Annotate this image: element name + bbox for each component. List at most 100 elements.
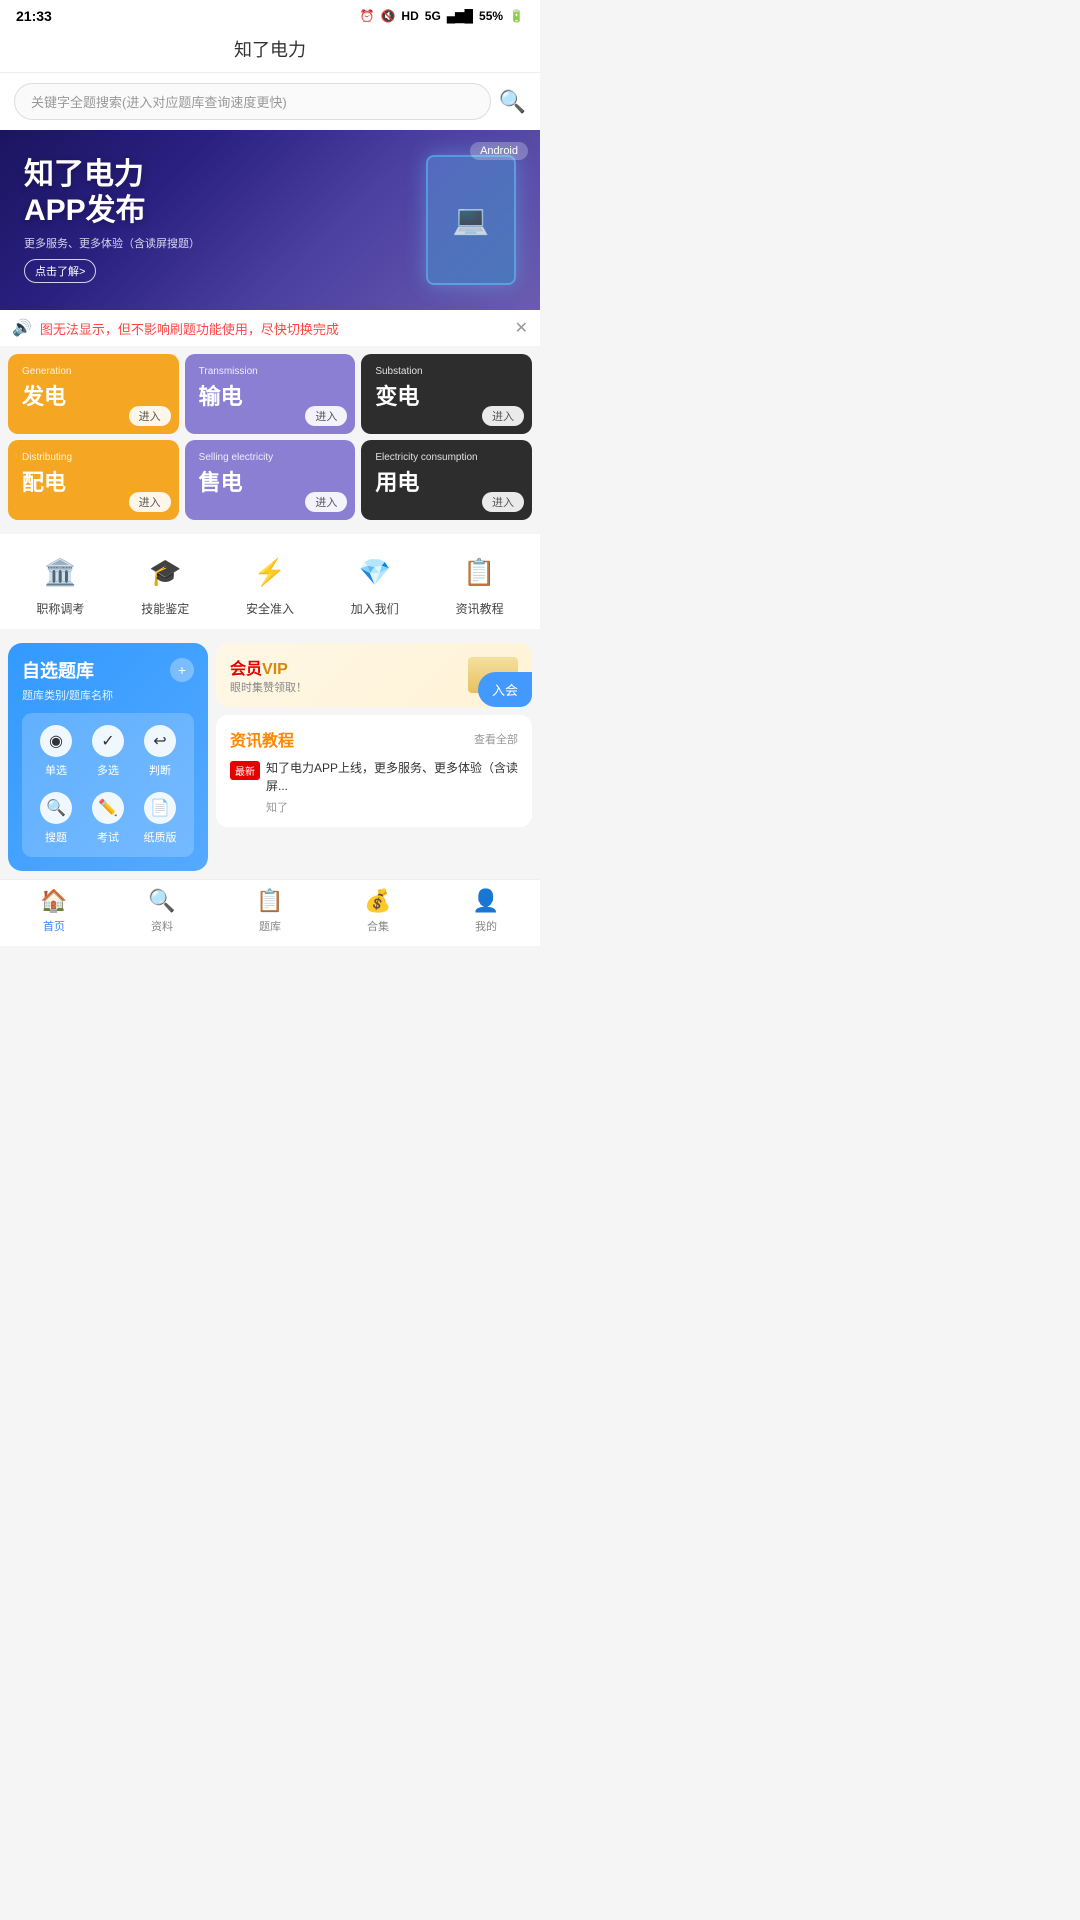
jineng-label: 技能鉴定 [141, 600, 189, 617]
category-generation[interactable]: Generation 发电 进入 [8, 354, 179, 434]
category-en-label: Generation [22, 366, 165, 377]
close-icon[interactable]: ✕ [515, 318, 528, 338]
category-en-label: Selling electricity [199, 452, 342, 463]
custom-bank-card: 自选题库 + 题库类别/题库名称 ◉ 单选 ✓ 多选 ↩ 判断 🔍 [8, 643, 208, 871]
quicknav-item-zhicheng[interactable]: 🏛️ 职称调考 [36, 550, 84, 617]
news-author: 知了 [266, 799, 518, 815]
news-more-link[interactable]: 查看全部 [474, 731, 518, 747]
custom-bank-subtitle: 题库类别/题库名称 [22, 687, 194, 703]
nav-home[interactable]: 🏠 首页 [0, 888, 108, 934]
vip-badge: VIP [262, 661, 288, 678]
category-en-label: Substation [375, 366, 518, 377]
paper-label: 纸质版 [144, 829, 177, 845]
volume-icon: 🔊 [12, 318, 32, 338]
news-nav-label: 资讯教程 [456, 600, 504, 617]
multi-choice-icon: ✓ [92, 725, 124, 757]
nav-bank[interactable]: 📋 题库 [216, 888, 324, 934]
banner-device-image: 💻 [426, 155, 516, 285]
anquan-label: 安全准入 [246, 600, 294, 617]
news-icon: 📋 [458, 550, 502, 594]
vip-subtitle: 眼时集赞领取！ [230, 679, 307, 695]
category-substation[interactable]: Substation 变电 进入 [361, 354, 532, 434]
category-consumption[interactable]: Electricity consumption 用电 进入 [361, 440, 532, 520]
material-label: 资料 [151, 918, 173, 934]
bank-label: 题库 [259, 918, 281, 934]
quicknav-item-jiaru[interactable]: 💎 加入我们 [351, 550, 399, 617]
banner-subtitle: 更多服务、更多体验（含读屏搜题） [24, 235, 426, 251]
enter-button[interactable]: 进入 [129, 492, 171, 512]
banner-title: 知了电力 APP发布 [24, 157, 426, 229]
page-title: 知了电力 [234, 40, 306, 60]
bank-item-multi[interactable]: ✓ 多选 [86, 725, 130, 778]
vip-card[interactable]: 会员VIP 眼时集赞领取！ 入会 [216, 643, 532, 707]
news-body: 知了电力APP上线，更多服务、更多体验（含读屏... 知了 [266, 759, 518, 815]
search-icon[interactable]: 🔍 [499, 89, 526, 115]
bank-item-judge[interactable]: ↩ 判断 [138, 725, 182, 778]
vip-title: 会员VIP [230, 655, 307, 679]
add-bank-icon[interactable]: + [170, 658, 194, 682]
bank-item-paper[interactable]: 📄 纸质版 [138, 792, 182, 845]
collection-icon: 💰 [364, 888, 391, 914]
quicknav-item-news[interactable]: 📋 资讯教程 [456, 550, 504, 617]
judge-label: 判断 [149, 762, 171, 778]
enter-button[interactable]: 进入 [482, 492, 524, 512]
quicknav-item-anquan[interactable]: ⚡ 安全准入 [246, 550, 294, 617]
bottom-section: 自选题库 + 题库类别/题库名称 ◉ 单选 ✓ 多选 ↩ 判断 🔍 [0, 635, 540, 879]
banner-text: 知了电力 APP发布 更多服务、更多体验（含读屏搜题） 点击了解> [24, 157, 426, 283]
enter-button[interactable]: 进入 [482, 406, 524, 426]
right-panel: 会员VIP 眼时集赞领取！ 入会 资讯教程 查看全部 最新 知了电力APP上线，… [216, 643, 532, 871]
enter-button[interactable]: 进入 [129, 406, 171, 426]
bank-item-search[interactable]: 🔍 搜题 [34, 792, 78, 845]
custom-bank-header: 自选题库 + [22, 657, 194, 683]
search-input[interactable]: 关键字全题搜索(进入对应题库查询速度更快) [14, 83, 491, 120]
single-choice-label: 单选 [45, 762, 67, 778]
hd-label: HD [401, 9, 418, 23]
join-vip-button[interactable]: 入会 [478, 672, 532, 707]
nav-collection[interactable]: 💰 合集 [324, 888, 432, 934]
zhicheng-label: 职称调考 [36, 600, 84, 617]
paper-icon: 📄 [144, 792, 176, 824]
mine-icon: 👤 [472, 888, 499, 914]
category-selling[interactable]: Selling electricity 售电 进入 [185, 440, 356, 520]
custom-bank-inner: ◉ 单选 ✓ 多选 ↩ 判断 🔍 搜题 ✏️ 考试 [22, 713, 194, 857]
custom-bank-title: 自选题库 [22, 657, 94, 683]
bank-icon: 📋 [256, 888, 283, 914]
exam-label: 考试 [97, 829, 119, 845]
category-grid: Generation 发电 进入 Transmission 输电 进入 Subs… [0, 346, 540, 528]
bank-grid: ◉ 单选 ✓ 多选 ↩ 判断 🔍 搜题 ✏️ 考试 [34, 725, 182, 845]
home-icon: 🏠 [40, 888, 67, 914]
page-header: 知了电力 [0, 28, 540, 73]
status-time: 21:33 [16, 8, 52, 24]
category-distributing[interactable]: Distributing 配电 进入 [8, 440, 179, 520]
banner-button[interactable]: 点击了解> [24, 259, 96, 283]
battery-label: 55% [479, 9, 503, 23]
nav-material[interactable]: 🔍 资料 [108, 888, 216, 934]
notice-bar: 🔊 图无法显示，但不影响刷题功能使用，尽快切换完成 ✕ [0, 310, 540, 346]
news-header: 资讯教程 查看全部 [230, 727, 518, 751]
status-icons: ⏰ 🔇 HD 5G ▄▆█ 55% 🔋 [360, 9, 524, 23]
news-card: 资讯教程 查看全部 最新 知了电力APP上线，更多服务、更多体验（含读屏... … [216, 715, 532, 827]
enter-button[interactable]: 进入 [305, 406, 347, 426]
jineng-icon: 🎓 [143, 550, 187, 594]
bank-item-single[interactable]: ◉ 单选 [34, 725, 78, 778]
news-item[interactable]: 最新 知了电力APP上线，更多服务、更多体验（含读屏... 知了 [230, 759, 518, 815]
home-label: 首页 [43, 918, 65, 934]
quicknav-item-jineng[interactable]: 🎓 技能鉴定 [141, 550, 189, 617]
mute-icon: 🔇 [380, 9, 395, 23]
anquan-icon: ⚡ [248, 550, 292, 594]
category-transmission[interactable]: Transmission 输电 进入 [185, 354, 356, 434]
signal-label: 5G [425, 9, 441, 23]
jiaru-icon: 💎 [353, 550, 397, 594]
enter-button[interactable]: 进入 [305, 492, 347, 512]
nav-mine[interactable]: 👤 我的 [432, 888, 540, 934]
banner[interactable]: 知了电力 APP发布 更多服务、更多体验（含读屏搜题） 点击了解> Androi… [0, 130, 540, 310]
exam-icon: ✏️ [92, 792, 124, 824]
news-badge: 最新 [230, 761, 260, 780]
jiaru-label: 加入我们 [351, 600, 399, 617]
multi-choice-label: 多选 [97, 762, 119, 778]
search-bar: 关键字全题搜索(进入对应题库查询速度更快) 🔍 [0, 73, 540, 130]
category-en-label: Distributing [22, 452, 165, 463]
bank-item-exam[interactable]: ✏️ 考试 [86, 792, 130, 845]
alarm-icon: ⏰ [360, 9, 375, 23]
search-label: 搜题 [45, 829, 67, 845]
